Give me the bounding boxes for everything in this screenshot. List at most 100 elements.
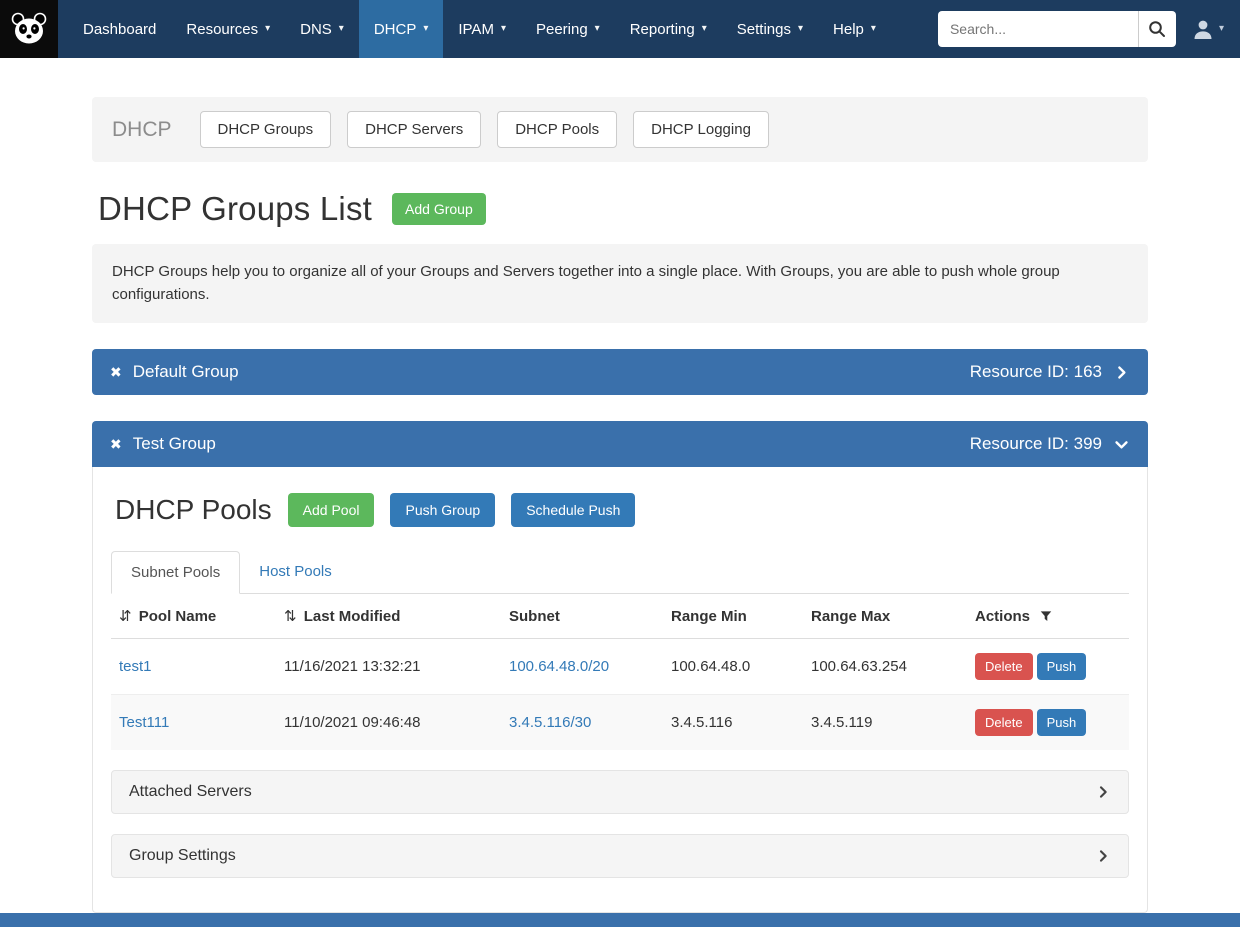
top-navbar: Dashboard Resources▾ DNS▾ DHCP▾ IPAM▾ Pe… xyxy=(0,0,1240,58)
group-panel-test-group: ✖ Test Group Resource ID: 399 DHCP Pools… xyxy=(92,421,1148,913)
last-modified-cell: 11/16/2021 13:32:21 xyxy=(276,639,501,695)
chevron-down-icon: ▾ xyxy=(702,24,707,34)
dhcp-pools-button[interactable]: DHCP Pools xyxy=(497,111,617,148)
app-logo[interactable] xyxy=(0,0,58,58)
chevron-right-icon xyxy=(1095,848,1111,864)
page-title-row: DHCP Groups List Add Group xyxy=(98,190,1148,228)
nav-settings[interactable]: Settings ▾ xyxy=(722,0,818,58)
group-name: Default Group xyxy=(133,362,239,382)
group-header-default-group[interactable]: ✖ Default Group Resource ID: 163 xyxy=(92,349,1148,395)
range-max-cell: 3.4.5.119 xyxy=(803,695,967,751)
add-pool-button[interactable]: Add Pool xyxy=(288,493,375,527)
pools-title-row: DHCP Pools Add Pool Push Group Schedule … xyxy=(115,493,1129,527)
header-label: Last Modified xyxy=(304,608,401,625)
header-subnet[interactable]: Subnet xyxy=(501,594,663,639)
footer-bar xyxy=(0,913,1240,927)
delete-button[interactable]: Delete xyxy=(975,709,1033,736)
section-label: Group Settings xyxy=(129,847,236,865)
header-range-max[interactable]: Range Max xyxy=(803,594,967,639)
push-button[interactable]: Push xyxy=(1037,709,1087,736)
group-body: DHCP Pools Add Pool Push Group Schedule … xyxy=(92,467,1148,913)
user-menu[interactable]: ▾ xyxy=(1192,18,1224,40)
table-row: test1 11/16/2021 13:32:21 100.64.48.0/20… xyxy=(111,639,1129,695)
chevron-down-icon xyxy=(1113,436,1130,453)
close-icon[interactable]: ✖ xyxy=(110,365,122,379)
panda-logo-icon xyxy=(9,9,49,49)
header-actions[interactable]: Actions xyxy=(967,594,1129,639)
search-box xyxy=(938,11,1176,47)
chevron-down-icon: ▾ xyxy=(265,24,270,34)
push-group-button[interactable]: Push Group xyxy=(390,493,495,527)
add-group-button[interactable]: Add Group xyxy=(392,193,486,225)
push-button[interactable]: Push xyxy=(1037,653,1087,680)
chevron-down-icon: ▾ xyxy=(501,24,506,34)
page-description: DHCP Groups help you to organize all of … xyxy=(92,244,1148,323)
range-min-cell: 3.4.5.116 xyxy=(663,695,803,751)
nav-resources[interactable]: Resources ▾ xyxy=(171,0,285,58)
subnet-link[interactable]: 3.4.5.116/30 xyxy=(509,714,591,731)
chevron-right-icon xyxy=(1095,784,1111,800)
pool-tabs: Subnet Pools Host Pools xyxy=(111,551,1129,594)
dhcp-groups-button[interactable]: DHCP Groups xyxy=(200,111,332,148)
header-pool-name[interactable]: ⇵ Pool Name xyxy=(111,594,276,639)
search-input[interactable] xyxy=(938,11,1138,47)
pool-name-link[interactable]: Test111 xyxy=(119,714,169,731)
pools-title: DHCP Pools xyxy=(115,494,272,526)
chevron-down-icon: ▾ xyxy=(798,24,803,34)
dhcp-servers-button[interactable]: DHCP Servers xyxy=(347,111,481,148)
chevron-down-icon: ▾ xyxy=(339,24,344,34)
nav-peering[interactable]: Peering▾ xyxy=(521,0,615,58)
nav-label: DNS xyxy=(300,21,332,38)
resource-id-label: Resource ID: 399 xyxy=(970,434,1102,454)
nav-label: Peering xyxy=(536,21,588,38)
nav-dhcp[interactable]: DHCP▾ xyxy=(359,0,444,58)
search-icon xyxy=(1148,20,1166,38)
header-label: Range Min xyxy=(671,608,747,625)
main-nav: Dashboard Resources▾ DNS▾ DHCP▾ IPAM▾ Pe… xyxy=(58,0,891,58)
navbar-right: ▾ xyxy=(938,0,1240,58)
pool-name-link[interactable]: test1 xyxy=(119,658,152,675)
page-title: DHCP Groups List xyxy=(98,190,372,228)
group-header-test-group[interactable]: ✖ Test Group Resource ID: 399 xyxy=(92,421,1148,467)
group-settings-section[interactable]: Group Settings xyxy=(111,834,1129,878)
nav-ipam[interactable]: IPAM ▾ xyxy=(443,0,521,58)
tab-subnet-pools[interactable]: Subnet Pools xyxy=(111,551,240,594)
nav-help[interactable]: Help▾ xyxy=(818,0,891,58)
nav-label: Resources xyxy=(186,21,258,38)
nav-label: Reporting xyxy=(630,21,695,38)
nav-label: Dashboard xyxy=(83,21,156,38)
nav-label: Settings xyxy=(737,21,791,38)
chevron-down-icon: ▾ xyxy=(1219,24,1224,34)
header-label: Actions xyxy=(975,608,1030,625)
nav-dns[interactable]: DNS ▾ xyxy=(285,0,359,58)
table-row: Test111 11/10/2021 09:46:48 3.4.5.116/30… xyxy=(111,695,1129,751)
filter-icon[interactable] xyxy=(1039,609,1053,623)
section-label: Attached Servers xyxy=(129,783,252,801)
close-icon[interactable]: ✖ xyxy=(110,437,122,451)
user-icon xyxy=(1192,18,1214,40)
chevron-down-icon: ▾ xyxy=(871,24,876,34)
dhcp-logging-button[interactable]: DHCP Logging xyxy=(633,111,769,148)
nav-dashboard[interactable]: Dashboard xyxy=(68,0,171,58)
pools-table: ⇵ Pool Name ⇅ Last Modified Subnet Range… xyxy=(111,594,1129,750)
chevron-right-icon xyxy=(1113,364,1130,381)
breadcrumb-title: DHCP xyxy=(112,118,172,142)
tab-host-pools[interactable]: Host Pools xyxy=(240,551,351,593)
sort-icon[interactable]: ⇅ xyxy=(284,608,297,625)
header-last-modified[interactable]: ⇅ Last Modified xyxy=(276,594,501,639)
sort-icon[interactable]: ⇵ xyxy=(119,608,132,625)
header-label: Range Max xyxy=(811,608,890,625)
nav-reporting[interactable]: Reporting ▾ xyxy=(615,0,722,58)
attached-servers-section[interactable]: Attached Servers xyxy=(111,770,1129,814)
header-range-min[interactable]: Range Min xyxy=(663,594,803,639)
delete-button[interactable]: Delete xyxy=(975,653,1033,680)
nav-label: DHCP xyxy=(374,21,417,38)
header-label: Pool Name xyxy=(139,608,217,625)
search-button[interactable] xyxy=(1138,11,1176,47)
header-label: Subnet xyxy=(509,608,560,625)
range-min-cell: 100.64.48.0 xyxy=(663,639,803,695)
subnet-link[interactable]: 100.64.48.0/20 xyxy=(509,658,609,675)
table-header-row: ⇵ Pool Name ⇅ Last Modified Subnet Range… xyxy=(111,594,1129,639)
nav-label: IPAM xyxy=(458,21,494,38)
schedule-push-button[interactable]: Schedule Push xyxy=(511,493,635,527)
